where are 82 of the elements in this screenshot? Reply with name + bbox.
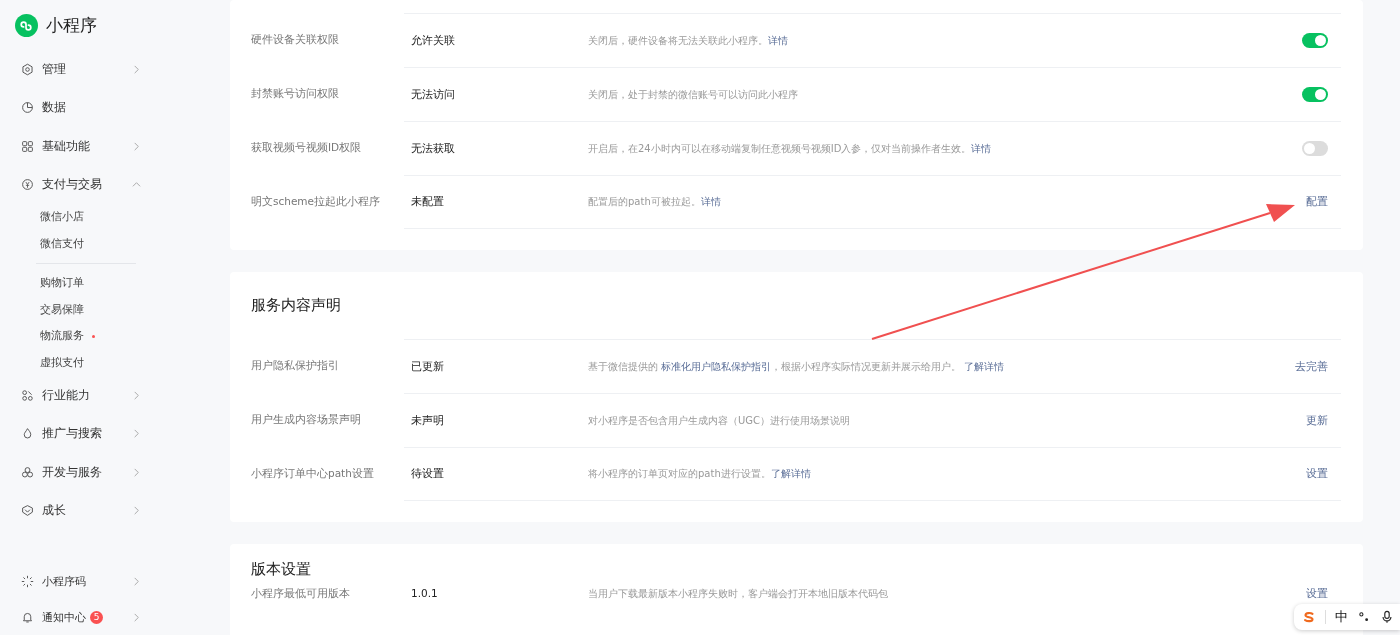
setting-label: 用户生成内容场景声明 <box>251 413 362 427</box>
toggle-switch[interactable] <box>1302 141 1328 156</box>
nav-icon <box>21 504 34 518</box>
setting-label: 硬件设备关联权限 <box>251 33 340 47</box>
punctuation-icon[interactable] <box>1357 610 1371 624</box>
details-link[interactable]: 标准化用户隐私保护指引 <box>661 360 772 372</box>
nav-subitem[interactable]: 虚拟支付 <box>15 349 141 376</box>
nav-icon <box>21 427 34 441</box>
action-link[interactable]: 设置 <box>1306 467 1328 481</box>
setting-description: 基于微信提供的 标准化用户隐私保护指引，根据小程序实际情况更新并展示给用户。 了解详情 <box>588 359 1006 374</box>
setting-description: 开启后，在24小时内可以在移动端复制任意视频号视频ID入参，仅对当前操作者生效。详情 <box>588 141 993 156</box>
chevron-right-icon <box>132 467 141 477</box>
nav-item[interactable]: 小程序码 <box>15 563 141 599</box>
nav-item[interactable]: 管理 <box>15 50 141 89</box>
nav-subitem[interactable]: 交易保障 <box>15 296 141 323</box>
nav-item[interactable]: 支付与交易 <box>15 165 141 204</box>
nav-item[interactable]: 成长 <box>15 491 141 530</box>
setting-label: 封禁账号访问权限 <box>251 87 340 101</box>
chevron-up-icon <box>132 180 141 190</box>
chevron-right-icon <box>132 429 141 439</box>
setting-value: 1.0.1 <box>411 587 439 599</box>
nav-icon <box>21 388 34 402</box>
details-link[interactable]: 了解详情 <box>770 468 811 479</box>
logo-icon <box>15 13 38 37</box>
section-title: 服务内容声明 <box>251 296 342 315</box>
setting-value: 无法获取 <box>411 141 456 156</box>
nav-icon <box>21 62 34 76</box>
nav-item[interactable]: 基础功能 <box>15 127 141 166</box>
setting-value: 未配置 <box>411 195 445 209</box>
chevron-right-icon <box>132 576 141 586</box>
details-link[interactable]: 了解详情 <box>964 360 1005 372</box>
nav-icon <box>21 178 34 192</box>
nav-item[interactable]: 通知中心 5 <box>15 599 141 635</box>
setting-value: 无法访问 <box>411 87 456 102</box>
s-logo-icon[interactable] <box>1302 610 1316 624</box>
setting-value: 允许关联 <box>411 33 456 48</box>
input-mode-label[interactable]: 中 <box>1335 608 1348 626</box>
chevron-right-icon <box>132 390 141 400</box>
action-link[interactable]: 去完善 <box>1295 359 1328 374</box>
setting-label: 用户隐私保护指引 <box>251 359 340 373</box>
nav-icon <box>21 101 34 115</box>
chevron-right-icon <box>132 64 141 74</box>
nav-subitem[interactable]: 购物订单 <box>15 270 141 297</box>
nav-subitem[interactable]: 物流服务 <box>15 323 141 350</box>
setting-description: 当用户下载最新版本小程序失败时，客户端会打开本地旧版本代码包 <box>588 587 889 601</box>
setting-description: 将小程序的订单页对应的path进行设置。了解详情 <box>588 467 812 481</box>
details-link[interactable]: 详情 <box>700 196 721 207</box>
action-link[interactable]: 设置 <box>1306 587 1328 601</box>
details-link[interactable]: 详情 <box>971 142 992 154</box>
nav-subitem[interactable]: 微信小店 <box>15 204 141 231</box>
action-link[interactable]: 更新 <box>1306 413 1328 428</box>
qr-code-icon <box>21 574 34 588</box>
chevron-right-icon <box>132 506 141 516</box>
setting-description: 关闭后，硬件设备将无法关联此小程序。详情 <box>588 33 789 48</box>
setting-description: 配置后的path可被拉起。详情 <box>588 195 722 209</box>
setting-description: 对小程序是否包含用户生成内容（UGC）进行使用场景说明 <box>588 413 852 428</box>
setting-value: 待设置 <box>411 467 445 481</box>
setting-label: 获取视频号视频ID权限 <box>251 141 363 155</box>
setting-label: 小程序最低可用版本 <box>251 587 351 601</box>
action-link[interactable]: 配置 <box>1306 195 1328 209</box>
setting-description: 关闭后，处于封禁的微信账号可以访问此小程序 <box>588 87 799 102</box>
microphone-icon[interactable] <box>1380 610 1394 624</box>
nav-icon <box>21 465 34 479</box>
nav-item[interactable]: 行业能力 <box>15 376 141 415</box>
setting-value: 未声明 <box>411 413 445 428</box>
setting-value: 已更新 <box>411 359 445 374</box>
toggle-switch[interactable] <box>1302 33 1328 48</box>
count-badge: 5 <box>90 610 103 624</box>
chevron-right-icon <box>132 612 141 622</box>
app-title: 小程序 <box>46 13 97 37</box>
bell-icon <box>21 610 34 624</box>
chevron-right-icon <box>132 141 141 151</box>
details-link[interactable]: 详情 <box>768 34 788 46</box>
setting-label: 小程序订单中心path设置 <box>251 467 375 481</box>
nav-item[interactable]: 数据 <box>15 88 141 127</box>
setting-label: 明文scheme拉起此小程序 <box>251 195 382 209</box>
section-title: 版本设置 <box>251 560 312 579</box>
nav-subitem[interactable]: 微信支付 <box>15 230 141 257</box>
nav-item[interactable]: 推广与搜索 <box>15 414 141 453</box>
nav-icon <box>21 139 34 153</box>
toggle-switch[interactable] <box>1302 87 1328 102</box>
nav-item[interactable]: 开发与服务 <box>15 453 141 492</box>
